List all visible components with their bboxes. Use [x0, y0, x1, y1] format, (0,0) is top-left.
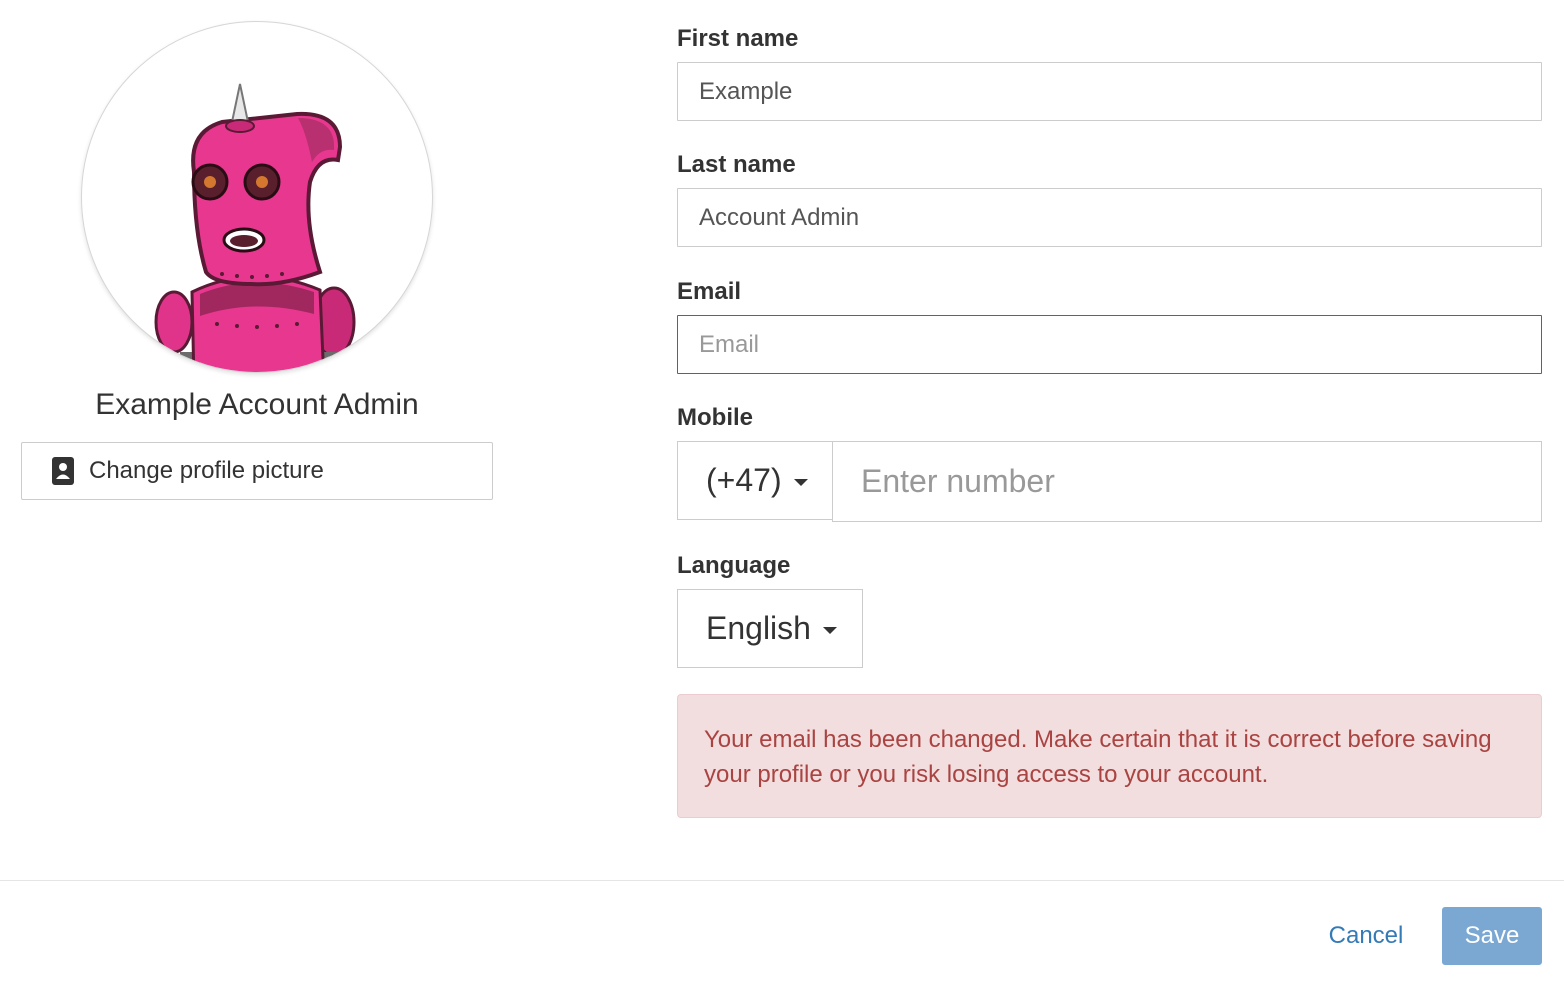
change-profile-picture-label: Change profile picture: [89, 457, 324, 484]
cancel-button[interactable]: Cancel: [1316, 907, 1416, 965]
caret-down-icon: [822, 627, 837, 634]
footer-divider: [0, 880, 1564, 881]
mobile-number-field[interactable]: [832, 441, 1542, 522]
email-changed-alert: Your email has been changed. Make certai…: [677, 694, 1542, 818]
first-name-label: First name: [677, 25, 799, 52]
language-value: English: [706, 610, 811, 646]
country-code-dropdown[interactable]: (+47): [677, 441, 833, 520]
language-dropdown[interactable]: English: [677, 589, 863, 668]
last-name-label: Last name: [677, 151, 796, 178]
save-button[interactable]: Save: [1442, 907, 1542, 965]
avatar: [81, 21, 433, 373]
edit-profile-page: Example Account Admin Change profile pic…: [0, 0, 1564, 985]
profile-full-name: Example Account Admin: [95, 388, 419, 421]
language-label: Language: [677, 552, 791, 579]
first-name-field[interactable]: [677, 62, 1542, 121]
country-code-value: (+47): [706, 462, 782, 498]
last-name-field[interactable]: [677, 188, 1542, 247]
caret-down-icon: [793, 479, 808, 486]
email-field[interactable]: [677, 315, 1542, 374]
change-profile-picture-button[interactable]: Change profile picture: [21, 442, 493, 500]
email-label: Email: [677, 278, 742, 305]
mobile-label: Mobile: [677, 404, 753, 431]
robot-avatar-icon: [154, 83, 356, 372]
contact-card-icon: [51, 456, 75, 486]
